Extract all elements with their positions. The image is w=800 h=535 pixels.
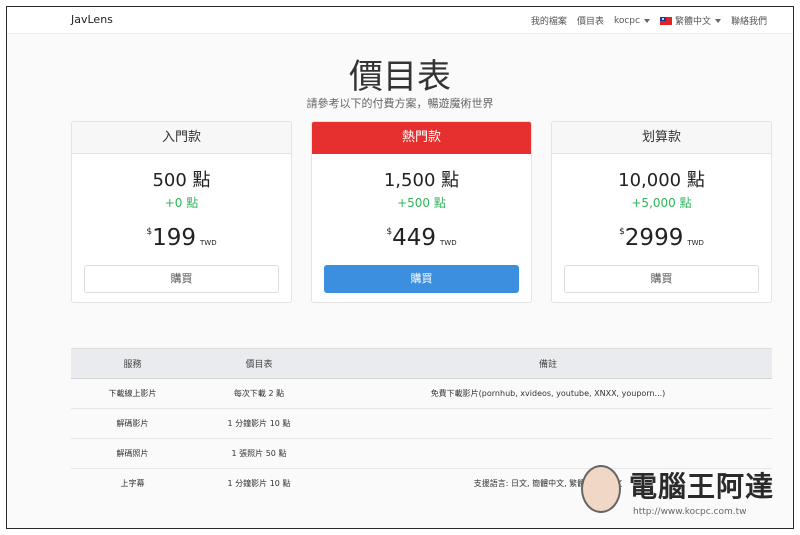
- mascot-face-icon: [581, 465, 621, 513]
- page-title: 價目表: [349, 57, 451, 97]
- price-currency: $: [146, 227, 153, 237]
- cell-service: 解碼照片: [71, 438, 194, 469]
- plan-price: $2999 TWD: [552, 225, 771, 251]
- brand-logo[interactable]: JavLens: [71, 13, 113, 26]
- plan-name: 入門款: [72, 122, 291, 154]
- buy-button[interactable]: 購買: [84, 265, 279, 293]
- plan-card-popular: 熱門款 1,500 點 +500 點 $449 TWD 購買: [311, 121, 532, 303]
- cell-service: 解碼影片: [71, 408, 194, 439]
- table-row: 解碼影片 1 分鐘影片 10 點: [71, 408, 772, 439]
- plan-bonus: +500 點: [397, 196, 446, 210]
- nav-links: 我的檔案 價目表 kocpc 繁體中文 聯絡我們: [521, 14, 767, 28]
- plan-price: $449 TWD: [312, 225, 531, 251]
- page-subtitle: 請參考以下的付費方案，暢遊魔術世界: [306, 97, 494, 110]
- column-header-price: 價目表: [194, 348, 324, 379]
- price-currency: $: [619, 227, 625, 237]
- buy-button[interactable]: 購買: [324, 265, 519, 293]
- watermark: 電腦王阿達 http://www.kocpc.com.tw: [577, 459, 793, 528]
- watermark-url: http://www.kocpc.com.tw: [633, 507, 747, 517]
- watermark-title: 電腦王阿達: [629, 470, 775, 503]
- navbar: JavLens 我的檔案 價目表 kocpc 繁體中文 聯絡我們: [7, 7, 793, 34]
- table-header-row: 服務 價目表 備註: [71, 348, 772, 379]
- column-header-notes: 備註: [324, 348, 772, 379]
- chevron-down-icon: [714, 18, 721, 23]
- plan-name: 熱門款: [312, 122, 531, 154]
- nav-user-dropdown[interactable]: kocpc: [614, 16, 650, 26]
- buy-button[interactable]: 購買: [564, 265, 759, 293]
- price-amount: 2999: [624, 225, 684, 251]
- cell-price: 1 分鐘影片 10 點: [194, 408, 324, 439]
- taiwan-flag-icon: [659, 16, 672, 25]
- cell-price: 1 分鐘影片 10 點: [227, 479, 291, 489]
- price-unit: TWD: [687, 239, 704, 247]
- cell-price: 每次下載 2 點: [194, 378, 324, 409]
- plan-points: 1,500 點: [383, 170, 460, 191]
- nav-link-my-files[interactable]: 我的檔案: [531, 14, 567, 27]
- table-row: 下載線上影片 每次下載 2 點 免費下載影片(pornhub, xvideos,…: [71, 378, 772, 409]
- plan-name: 划算款: [552, 122, 771, 154]
- price-amount: 449: [392, 225, 437, 251]
- plan-points: 500 點: [152, 170, 211, 191]
- cell-notes: [324, 408, 772, 439]
- price-unit: TWD: [200, 239, 217, 247]
- browser-page: JavLens 我的檔案 價目表 kocpc 繁體中文 聯絡我們 價目表 請參考…: [6, 6, 794, 529]
- language-label: 繁體中文: [674, 17, 711, 27]
- cell-service: 下載線上影片: [71, 378, 194, 409]
- price-unit: TWD: [440, 239, 457, 247]
- nav-link-pricing[interactable]: 價目表: [577, 14, 604, 27]
- column-header-service: 服務: [71, 348, 194, 379]
- cell-notes: 免費下載影片(pornhub, xvideos, youtube, XNXX, …: [324, 378, 772, 409]
- price-amount: 199: [152, 225, 197, 251]
- user-name: kocpc: [613, 15, 640, 26]
- nav-link-contact[interactable]: 聯絡我們: [731, 14, 767, 27]
- plan-card-value: 划算款 10,000 點 +5,000 點 $2999 TWD 購買: [551, 121, 772, 303]
- plan-price: $199 TWD: [72, 225, 291, 251]
- cell-price: 1 張照片 50 點: [194, 438, 324, 469]
- chevron-down-icon: [643, 18, 650, 23]
- nav-language-dropdown[interactable]: 繁體中文: [659, 14, 721, 27]
- cell-service: 上字幕: [120, 479, 145, 489]
- plan-bonus: +5,000 點: [631, 196, 692, 210]
- plan-points: 10,000 點: [618, 170, 705, 191]
- price-currency: $: [386, 227, 393, 237]
- plan-card-starter: 入門款 500 點 +0 點 $199 TWD 購買: [71, 121, 292, 303]
- plan-bonus: +0 點: [164, 196, 199, 210]
